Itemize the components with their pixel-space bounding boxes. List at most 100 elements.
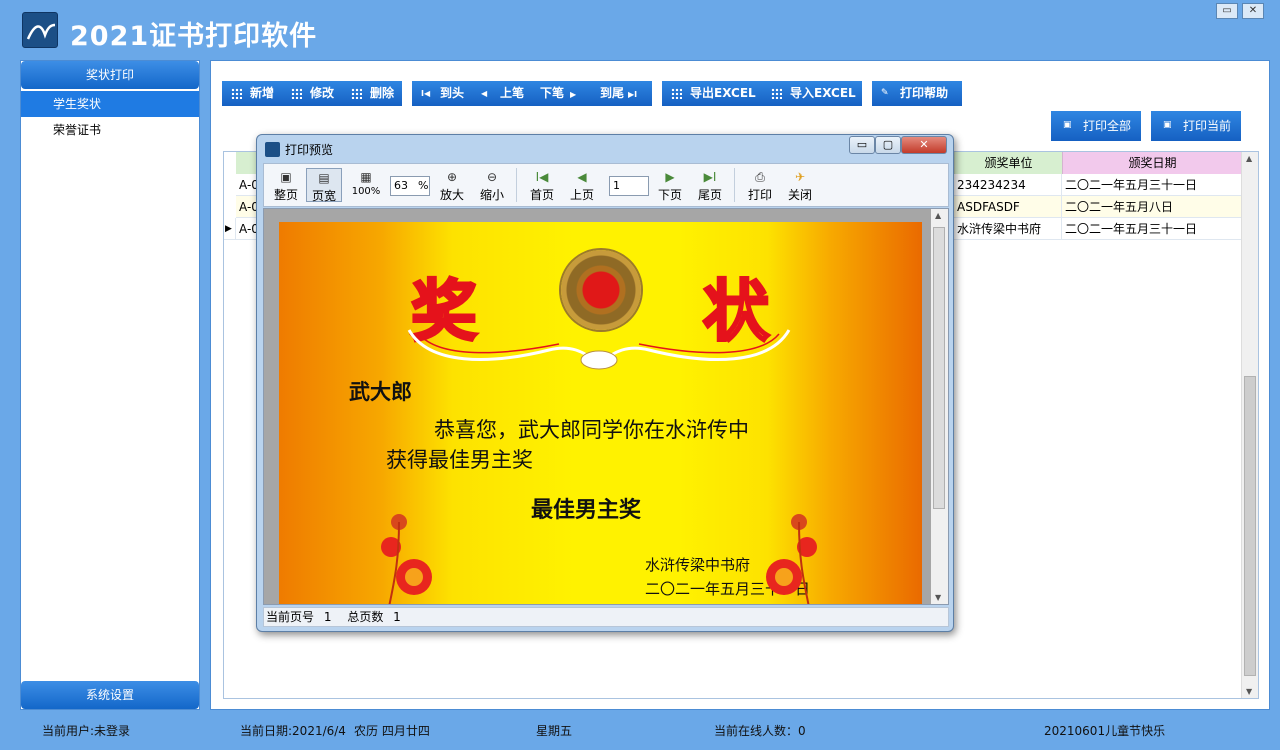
grid-icon [291, 88, 302, 99]
prev-record-button[interactable]: ◀ 上笔 [472, 81, 532, 106]
scroll-up-icon[interactable]: ▲ [1246, 154, 1252, 163]
export-excel-button[interactable]: 导出EXCEL [662, 81, 762, 106]
prev-page-button[interactable]: ◀ 上页 [564, 168, 600, 202]
page-number-input[interactable]: 1 [609, 176, 649, 196]
first-record-button[interactable]: I◀ 到头 [412, 81, 472, 106]
triangle-left-icon: ◀ [481, 89, 488, 98]
grid-icon [231, 88, 242, 99]
grid-icon [771, 88, 782, 99]
next-page-button[interactable]: ▶ 下页 [652, 168, 688, 202]
current-page-label: 当前页号 [266, 610, 315, 624]
next-record-button[interactable]: 下笔 ▶ [532, 81, 592, 106]
printer-icon: ⎙ [755, 170, 765, 184]
app-title: 2021证书打印软件 [70, 21, 318, 52]
table-cell-unit[interactable]: ASDFASDF [954, 196, 1062, 218]
zoom-in-icon: ⊕ [446, 170, 458, 184]
grid-vertical-scrollbar[interactable]: ▲ ▼ [1241, 152, 1258, 698]
sidebar-item-student-award[interactable]: 学生奖状 [21, 91, 199, 117]
zoom-out-button[interactable]: ⊖ 缩小 [474, 168, 510, 202]
certificate-issuer: 水浒传梁中书府 [645, 556, 751, 574]
add-button[interactable]: 新增 [222, 81, 282, 106]
triangle-right-icon: ▶ [665, 170, 675, 184]
preview-vertical-scrollbar[interactable]: ▲ ▼ [931, 209, 948, 604]
print-preview-dialog: 打印预览 ▭ ▢ ✕ ▣ 整页 ▤ 页宽 ▦ 100% 63% ⊕ 放大 ⊖ 缩小 I◀ 首… [256, 134, 954, 632]
current-row-indicator-icon: ▶ [224, 218, 236, 240]
certificate-award-name: 最佳男主奖 [531, 497, 642, 523]
app-logo-icon [22, 12, 58, 48]
table-cell-date[interactable]: 二〇二一年五月八日 [1062, 196, 1242, 218]
print-all-button[interactable]: ▣ 打印全部 [1051, 111, 1141, 141]
minimize-button[interactable]: ▭ [1216, 3, 1238, 19]
print-icon: ▣ [1063, 120, 1072, 130]
total-pages-label: 总页数 [347, 610, 384, 624]
dialog-title: 打印预览 [285, 143, 334, 157]
close-button[interactable]: ✕ [1242, 3, 1264, 19]
import-excel-button[interactable]: 导入EXCEL [762, 81, 862, 106]
print-button[interactable]: ⎙ 打印 [742, 168, 778, 202]
edit-button[interactable]: 修改 [282, 81, 342, 106]
zoom-100-button[interactable]: ▦ 100% [348, 168, 384, 202]
print-help-button[interactable]: ✎ 打印帮助 [872, 81, 962, 106]
certificate-message-line1: 恭喜您，武大郎同学你在水浒传中 [434, 418, 749, 442]
grid-icon [671, 88, 682, 99]
column-header-unit[interactable]: 颁奖单位 [954, 152, 1062, 174]
last-page-button[interactable]: ▶I 尾页 [692, 168, 728, 202]
scroll-up-icon[interactable]: ▲ [935, 211, 941, 220]
exit-icon: ✈ [794, 170, 806, 184]
status-bar: 当前用户:未登录 当前日期:2021/6/4 农历 四月廿四 星期五 当前在线人… [0, 710, 1280, 750]
row-header-column [224, 152, 236, 174]
status-note: 20210601儿童节快乐 [1044, 724, 1166, 738]
page-width-button[interactable]: ▤ 页宽 [306, 168, 342, 203]
skip-back-icon: I◀ [421, 89, 431, 98]
dialog-close-button[interactable]: ✕ [901, 136, 947, 154]
close-preview-button[interactable]: ✈ 关闭 [782, 168, 818, 202]
column-header-date[interactable]: 颁奖日期 [1062, 152, 1242, 174]
zoom-in-button[interactable]: ⊕ 放大 [434, 168, 470, 202]
page-icon: ▣ [280, 170, 292, 184]
preview-status-bar: 当前页号 1 总页数 1 [263, 607, 949, 627]
print-current-button[interactable]: ▣ 打印当前 [1151, 111, 1241, 141]
skip-forward-icon: ▶I [703, 170, 717, 184]
flower-decoration-icon [381, 514, 432, 604]
last-record-button[interactable]: 到尾 ▶I [592, 81, 652, 106]
whole-page-button[interactable]: ▣ 整页 [268, 168, 304, 202]
sidebar-header-award-print[interactable]: 奖状打印 [21, 61, 199, 89]
preview-canvas[interactable]: 奖 状 武大郎 恭喜您，武大郎同学你在水浒传中 获得最佳男主奖 最佳男主奖 水浒… [263, 208, 949, 605]
sidebar: 奖状打印 学生奖状 荣誉证书 系统设置 [20, 60, 200, 710]
table-cell-date[interactable]: 二〇二一年五月三十一日 [1062, 174, 1242, 196]
zoom-percent-input[interactable]: 63% [390, 176, 430, 196]
sidebar-system-settings[interactable]: 系统设置 [21, 681, 199, 709]
table-cell-unit[interactable]: 234234234 [954, 174, 1062, 196]
triangle-right-icon: ▶ [570, 90, 577, 99]
dialog-minimize-button[interactable]: ▭ [849, 136, 875, 154]
grid-icon [351, 88, 362, 99]
flower-decoration-icon [766, 514, 817, 604]
status-online-count: 当前在线人数：0 [714, 724, 806, 738]
current-page-value: 1 [323, 610, 332, 624]
sidebar-item-honor-certificate[interactable]: 荣誉证书 [21, 117, 199, 143]
skip-forward-icon: ▶I [628, 90, 638, 99]
total-pages-value: 1 [393, 610, 401, 624]
preview-scroll-thumb[interactable] [933, 227, 945, 509]
table-cell-date[interactable]: 二〇二一年五月三十一日 [1062, 218, 1242, 240]
pen-icon: ✎ [881, 88, 889, 98]
page-icon: ▦ [360, 170, 372, 184]
title-bar: 2021证书打印软件 ▭ ✕ [0, 0, 1280, 60]
status-weekday: 星期五 [536, 724, 573, 738]
triangle-left-icon: ◀ [577, 170, 587, 184]
skip-back-icon: I◀ [535, 170, 549, 184]
table-cell-unit[interactable]: 水浒传梁中书府 [954, 218, 1062, 240]
delete-button[interactable]: 删除 [342, 81, 402, 106]
dialog-maximize-button[interactable]: ▢ [875, 136, 901, 154]
grid-scroll-thumb[interactable] [1244, 376, 1256, 676]
certificate-message-line2: 获得最佳男主奖 [386, 448, 533, 472]
first-page-button[interactable]: I◀ 首页 [524, 168, 560, 202]
toolbar-separator [734, 168, 735, 202]
zoom-out-icon: ⊖ [486, 170, 498, 184]
print-icon: ▣ [1163, 120, 1172, 130]
toolbar-separator [516, 168, 517, 202]
emblem-icon [561, 250, 641, 330]
certificate-recipient-name: 武大郎 [349, 380, 412, 404]
scroll-down-icon[interactable]: ▼ [1246, 687, 1252, 696]
scroll-down-icon[interactable]: ▼ [935, 593, 941, 602]
